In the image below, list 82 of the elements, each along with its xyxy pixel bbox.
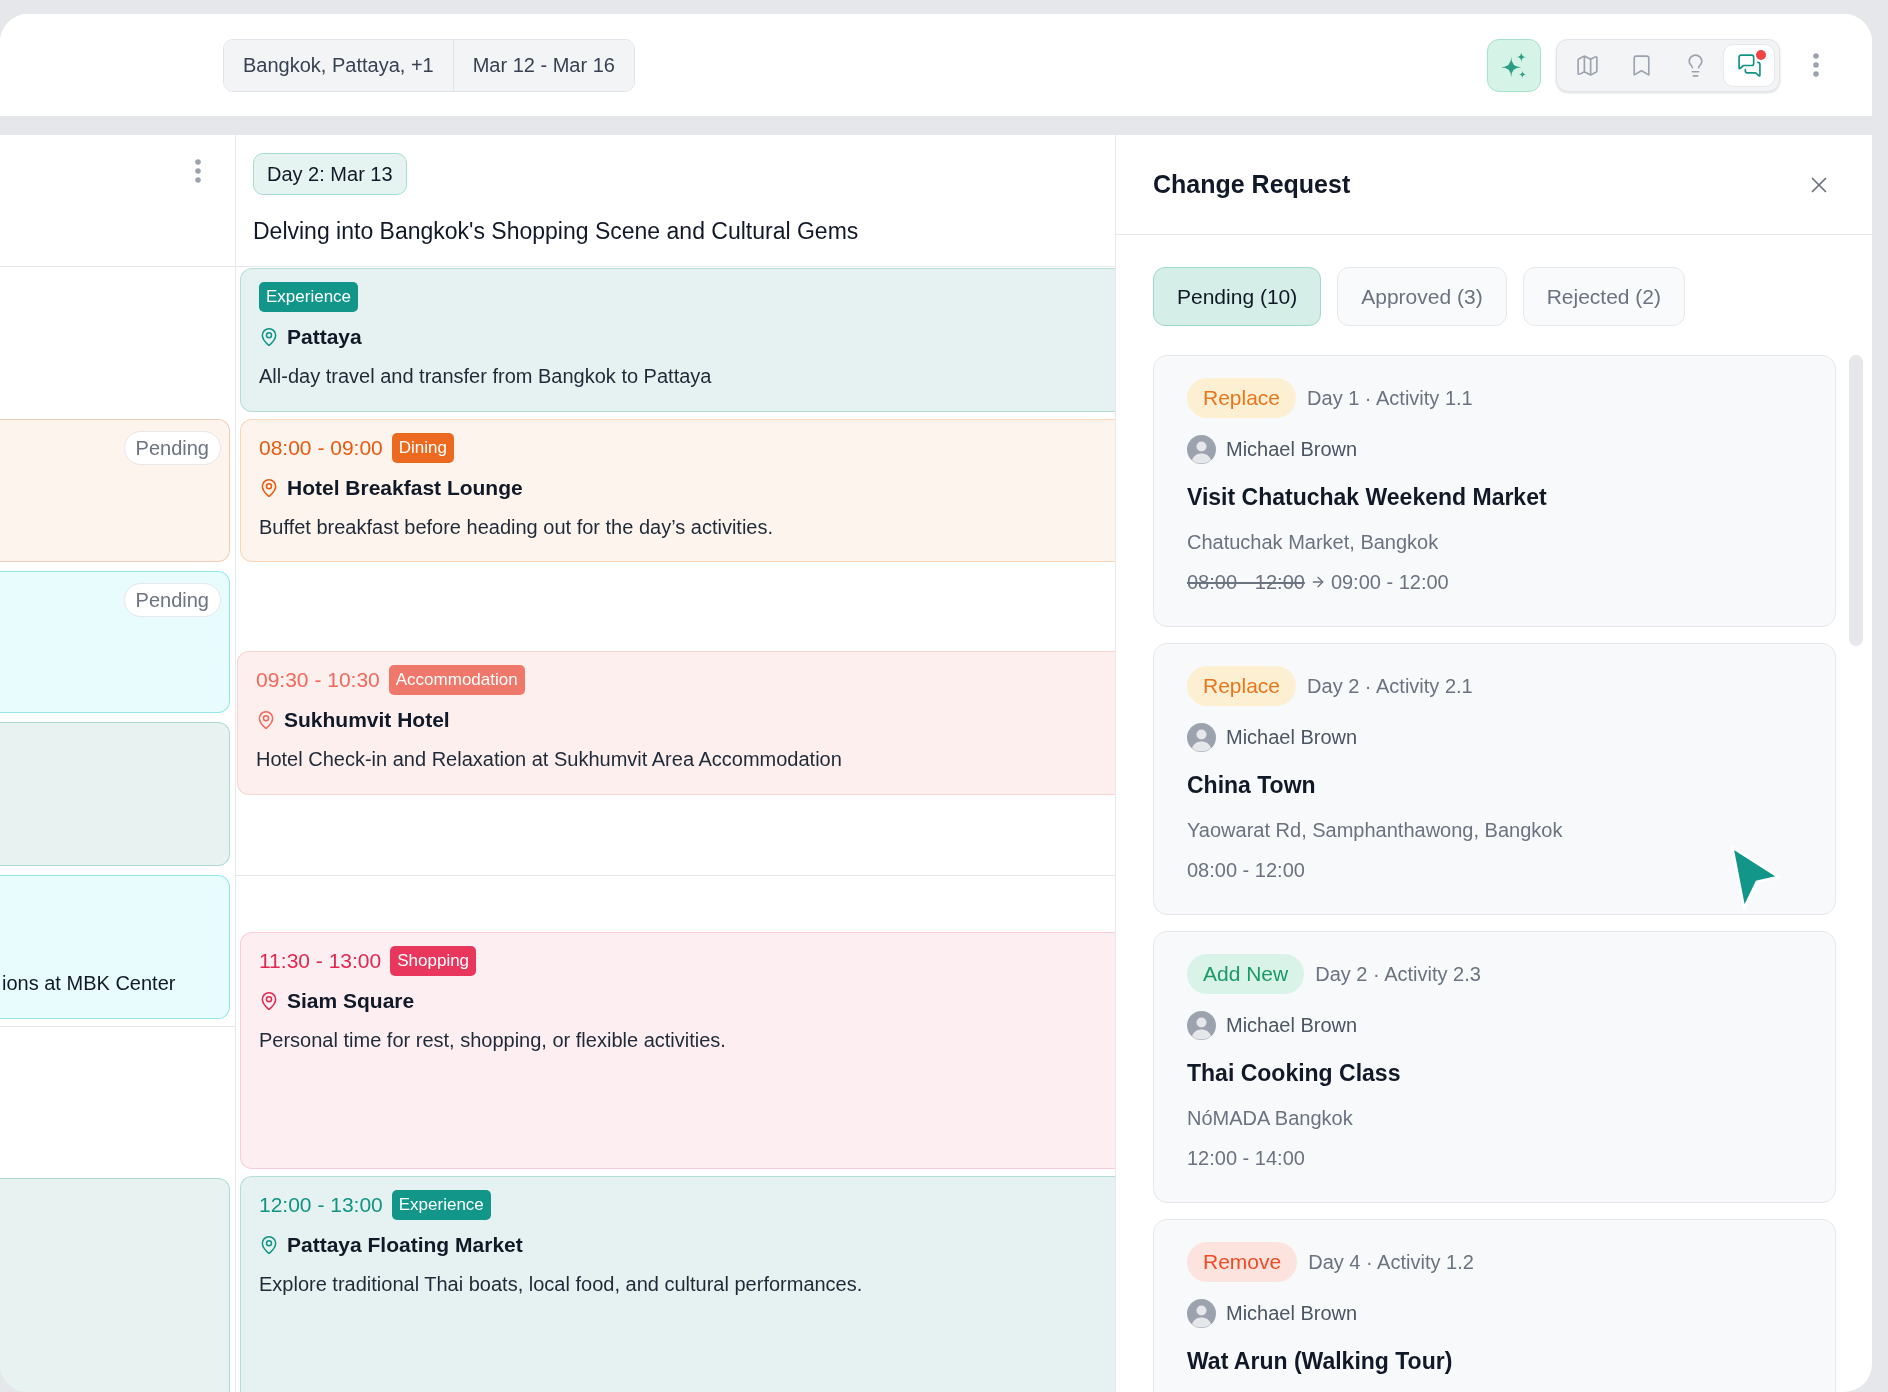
filter-tab[interactable]: Approved (3) <box>1337 267 1507 326</box>
status-pill: Pending <box>123 431 221 465</box>
cursor-icon <box>1728 844 1782 912</box>
activity-description: Hotel Check-in and Relaxation at Sukhumvit Area Accommodation <box>256 747 842 772</box>
author-name: Michael Brown <box>1226 725 1358 750</box>
location-text: Yaowarat Rd, Samphanthawong, Bangkok <box>1187 818 1563 843</box>
panel-title: Change Request <box>1153 168 1351 200</box>
map-pin-icon <box>259 991 279 1011</box>
activity-reference: Day 2 · Activity 2.3 <box>1315 962 1481 987</box>
chat-icon <box>1736 52 1762 78</box>
location-text: NóMADA Bangkok <box>1187 1106 1353 1131</box>
author-name: Michael Brown <box>1226 1301 1358 1326</box>
request-card[interactable]: Replace Day 2 · Activity 2.1 Michael Brown China Town Yaowarat Rd, Samphanthawong, Bangkok 08:00 - 12:00 <box>1153 643 1836 915</box>
old-time-text: 08:00 - 12:00 <box>1187 570 1305 595</box>
activity-reference: Day 2 · Activity 2.1 <box>1307 674 1473 699</box>
map-pin-icon <box>259 1235 279 1255</box>
map-pin-icon <box>259 478 279 498</box>
request-card[interactable]: Remove Day 4 · Activity 1.2 Michael Brown Wat Arun (Walking Tour) <box>1153 1219 1836 1392</box>
chat-button[interactable] <box>1723 43 1775 87</box>
kebab-menu-icon <box>1813 53 1819 77</box>
time-text: 12:00 - 13:00 <box>259 1192 383 1219</box>
day-label: Day 2: Mar 13 <box>253 153 407 195</box>
category-tag: Dining <box>391 433 454 463</box>
request-card[interactable]: Add New Day 2 · Activity 2.3 Michael Brown Thai Cooking Class NóMADA Bangkok 12:00 - 14:00 <box>1153 931 1836 1203</box>
place-name: Pattaya <box>287 324 362 351</box>
activity-description: Explore traditional Thai boats, local food, and cultural performances. <box>259 1272 863 1297</box>
scrollbar-thumb[interactable] <box>1849 355 1863 646</box>
dates-button[interactable]: Mar 12 - Mar 16 <box>452 39 634 91</box>
time-text: 11:30 - 13:00 <box>259 948 382 975</box>
action-tag: Add New <box>1187 954 1305 994</box>
activity-card[interactable]: 11:30 - 13:00 Shopping Siam Square Personal time for rest, shopping, or flexible activities. <box>240 932 1115 1169</box>
activity-reference: Day 1 · Activity 1.1 <box>1307 386 1473 411</box>
request-card[interactable]: Replace Day 1 · Activity 1.1 Michael Brown Visit Chatuchak Weekend Market Chatuchak Market, Bangkok 08:00 - 12:00 09:00 - 12:00 <box>1153 355 1836 627</box>
action-tag: Replace <box>1187 666 1297 706</box>
place-name: Hotel Breakfast Lounge <box>287 475 523 502</box>
activity-card[interactable]: Experience Pattaya All-day travel and transfer from Bangkok to Pattaya <box>240 268 1115 412</box>
place-name: Sukhumvit Hotel <box>284 707 450 734</box>
time-text: 09:30 - 10:30 <box>256 667 380 694</box>
filter-tab[interactable]: Rejected (2) <box>1522 267 1686 326</box>
request-title: Wat Arun (Walking Tour) <box>1187 1346 1453 1376</box>
day-title: Delving into Bangkok's Shopping Scene and Cultural Gems <box>253 217 859 246</box>
place-name: Pattaya Floating Market <box>287 1232 523 1259</box>
activity-card[interactable]: Pending <box>0 419 230 562</box>
map-pin-icon <box>259 327 279 347</box>
activity-card[interactable]: ions at MBK Center <box>0 875 230 1019</box>
ai-button[interactable] <box>1487 38 1541 92</box>
time-text: 12:00 - 14:00 <box>1187 1146 1305 1171</box>
activity-description: Personal time for rest, shopping, or flexible activities. <box>259 1028 726 1053</box>
status-pill: Pending <box>123 583 221 617</box>
time-text: 09:00 - 12:00 <box>1330 570 1449 595</box>
avatar-icon <box>1187 722 1216 752</box>
activity-card[interactable]: 08:00 - 09:00 Dining Hotel Breakfast Lounge Buffet breakfast before heading out for the day’s activities. <box>240 419 1115 562</box>
avatar-icon <box>1187 1298 1216 1328</box>
action-tag: Replace <box>1187 378 1297 418</box>
kebab-menu-icon <box>195 159 201 183</box>
activity-card[interactable]: 12:00 - 13:00 Experience Pattaya Floating Market Explore traditional Thai boats, local food, and cultural performances. <box>240 1176 1115 1392</box>
activity-reference: Day 4 · Activity 1.2 <box>1308 1250 1474 1275</box>
category-tag: Experience <box>259 282 359 312</box>
time-text: 08:00 - 12:00 <box>1187 858 1305 883</box>
author-name: Michael Brown <box>1226 1013 1358 1038</box>
activity-card[interactable]: 09:30 - 10:30 Accommodation Sukhumvit Hotel Hotel Check-in and Relaxation at Sukhumvit Area Accommodation <box>237 651 1115 795</box>
time-text: 08:00 - 09:00 <box>259 435 383 462</box>
filter-tab[interactable]: Pending (10) <box>1153 267 1322 326</box>
request-title: China Town <box>1187 770 1316 800</box>
activity-description: Buffet breakfast before heading out for the day’s activities. <box>259 515 774 540</box>
request-title: Visit Chatuchak Weekend Market <box>1187 482 1547 512</box>
destinations-button[interactable]: Bangkok, Pattaya, +1 <box>224 39 453 91</box>
request-title: Thai Cooking Class <box>1187 1058 1401 1088</box>
category-tag: Experience <box>391 1190 491 1220</box>
avatar-icon <box>1187 434 1216 464</box>
category-tag: Shopping <box>390 946 477 976</box>
action-tag: Remove <box>1187 1242 1298 1282</box>
avatar-icon <box>1187 1010 1216 1040</box>
place-name: Siam Square <box>287 988 415 1015</box>
sparkle-icon <box>1501 51 1527 79</box>
activity-text: ions at MBK Center <box>1 971 177 996</box>
activity-description: All-day travel and transfer from Bangkok to Pattaya <box>259 364 712 389</box>
category-tag: Accommodation <box>388 665 525 695</box>
activity-card[interactable]: Pending <box>0 571 230 713</box>
author-name: Michael Brown <box>1226 437 1358 462</box>
location-text: Chatuchak Market, Bangkok <box>1187 530 1439 555</box>
map-pin-icon <box>256 710 276 730</box>
